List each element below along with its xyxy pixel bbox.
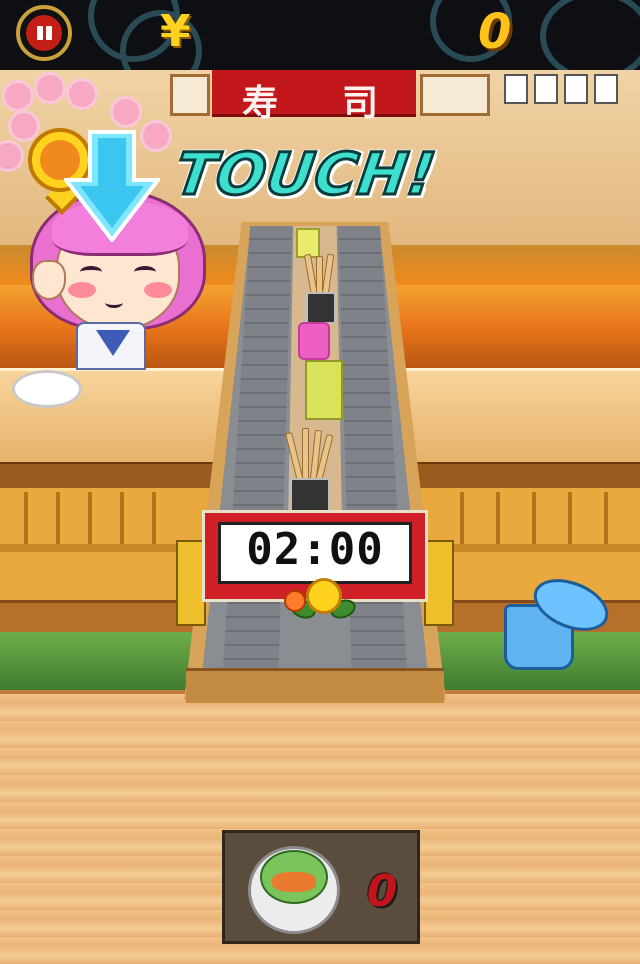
empty-plate[interactable] bbox=[12, 370, 82, 408]
chopstick-cup[interactable] bbox=[284, 428, 336, 514]
menu-tag bbox=[564, 74, 588, 104]
touch-hint-text: TOUCH! bbox=[170, 139, 442, 210]
top-hud bbox=[0, 0, 640, 70]
banner-kanji: 司 bbox=[342, 82, 379, 124]
menu-tag bbox=[534, 74, 558, 104]
shoji-window bbox=[170, 74, 210, 116]
shoji-window bbox=[420, 74, 490, 116]
down-arrow-icon bbox=[64, 130, 160, 242]
chopstick-cup[interactable] bbox=[300, 253, 340, 324]
pause-button[interactable] bbox=[16, 5, 72, 61]
timer-value: 02:00 bbox=[246, 524, 384, 575]
score-value: 0 bbox=[478, 4, 512, 60]
flower-icon bbox=[284, 590, 306, 612]
dish-count: 0 bbox=[366, 866, 398, 917]
menu-tag bbox=[594, 74, 618, 104]
yen-icon: ¥ bbox=[160, 6, 191, 57]
character-mouth bbox=[105, 297, 123, 308]
character-waving-hand bbox=[32, 260, 66, 300]
conveyor-base bbox=[186, 668, 444, 703]
banner-kanji: 寿 bbox=[242, 82, 279, 124]
timer-post bbox=[424, 540, 454, 626]
pause-icon bbox=[26, 15, 62, 51]
dish-fish bbox=[272, 872, 316, 892]
menu-tag bbox=[504, 74, 528, 104]
sushi-banner: 寿 司 bbox=[212, 70, 416, 124]
sushi-item[interactable] bbox=[298, 322, 330, 360]
wave-ornament bbox=[540, 0, 640, 70]
sushi-item[interactable] bbox=[305, 360, 343, 420]
flower-icon bbox=[306, 578, 342, 614]
